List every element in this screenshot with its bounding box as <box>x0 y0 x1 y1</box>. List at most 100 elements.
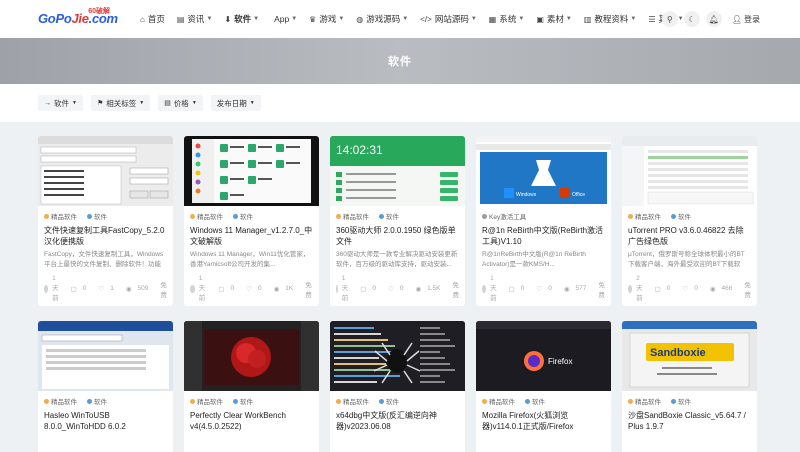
post-card[interactable]: 精品软件 软件 文件快速复制工具FastCopy_5.2.0汉化便携版 FastCop… <box>38 136 173 306</box>
news-icon: ▤ <box>176 14 185 24</box>
card-categories: 精品软件 软件 <box>44 396 167 406</box>
category-link[interactable]: 软件 <box>233 396 258 406</box>
post-thumbnail[interactable]: Firefox <box>476 321 611 391</box>
avatar[interactable] <box>336 284 338 293</box>
post-stat: 2天前 <box>636 275 649 302</box>
filter-dropdown-0[interactable]: → 软件 ▼ <box>38 95 83 111</box>
post-title[interactable]: 文件快速复制工具FastCopy_5.2.0汉化便携版 <box>44 225 167 247</box>
post-card[interactable]: 14:02:31 精品软件 软件 360驱动大师 2.0.0.1950 绿色版单文件 3… <box>330 136 465 306</box>
stat-value: 1.5K <box>427 285 441 292</box>
category-dot-icon <box>671 398 676 404</box>
category-link[interactable]: 软件 <box>87 396 112 406</box>
category-link[interactable]: 软件 <box>671 396 696 406</box>
category-dot-icon <box>44 398 49 404</box>
price-badge: 免费 <box>598 281 605 299</box>
nav-item-8[interactable]: ▣ 素材 ▼ <box>536 13 572 25</box>
like-icon: ♡ <box>388 285 394 293</box>
post-stat: ♡ 0 <box>246 285 267 293</box>
category-link[interactable]: 精品软件 <box>336 396 374 406</box>
image-icon: ▣ <box>536 14 544 24</box>
stat-value: 1K <box>285 285 294 292</box>
post-title[interactable]: Windows 11 Manager_v1.2.7.0_中文破解版 <box>190 225 313 247</box>
chevron-down-icon: ▼ <box>249 100 255 106</box>
post-card[interactable]: 精品软件 软件 uTorrent PRO v3.6.0.46822 去除广告绿色版 μ… <box>622 136 757 306</box>
category-link[interactable]: 软件 <box>379 396 404 406</box>
svg-text:14:02:31: 14:02:31 <box>336 143 383 157</box>
post-title[interactable]: Hasleo WinToUSB 8.0.0_WinToHDD 6.0.2 <box>44 410 167 432</box>
stat-value: 1天前 <box>52 275 59 302</box>
post-card[interactable]: 精品软件 软件 Hasleo WinToUSB 8.0.0_WinToHDD 6.0… <box>38 321 173 452</box>
post-thumbnail[interactable] <box>184 136 319 206</box>
category-link[interactable]: 精品软件 <box>336 211 374 221</box>
category-link[interactable]: 精品软件 <box>44 211 82 221</box>
search-icon[interactable]: ⚲ <box>661 11 678 27</box>
avatar[interactable] <box>628 284 633 293</box>
post-title[interactable]: Mozilla Firefox(火狐浏览器)v114.0.1正式版/Firefo… <box>482 410 605 432</box>
category-link[interactable]: 精品软件 <box>44 396 82 406</box>
post-card[interactable]: 精品软件 软件 x64dbg中文版(反汇编逆向神器)v2023.06.08 <box>330 321 465 452</box>
post-stat: 1天前 <box>490 275 503 302</box>
post-card[interactable]: Sandboxie 精品软件 软件沙盘SandBoxie Classic_v5.64… <box>622 321 757 452</box>
nav-item-5[interactable]: ◍ 游戏源码 ▼ <box>356 13 408 25</box>
stat-value: 0 <box>372 285 376 292</box>
category-link[interactable]: 软件 <box>379 211 404 221</box>
price-badge: 免费 <box>744 281 751 299</box>
svg-text:Firefox: Firefox <box>548 357 572 366</box>
post-card[interactable]: Windows Office Key激活工具 R@1n ReBirth中文版(ReBi… <box>476 136 611 306</box>
nav-item-4[interactable]: ♛ 游戏 ▼ <box>309 13 344 25</box>
category-link[interactable]: 软件 <box>671 211 696 221</box>
filter-dropdown-1[interactable]: ⚑ 相关标签 ▼ <box>90 95 151 111</box>
category-dot-icon <box>44 213 49 219</box>
post-thumbnail[interactable] <box>38 321 173 391</box>
filter-dropdown-3[interactable]: 发布日期 ▼ <box>210 95 261 111</box>
post-excerpt: R@1nReBirth中文版(R@1n ReBirth Activator)是一… <box>482 251 586 268</box>
avatar[interactable] <box>190 284 195 293</box>
category-link[interactable]: 精品软件 <box>628 396 666 406</box>
nav-item-7[interactable]: ▦ 系统 ▼ <box>489 13 525 25</box>
category-name: 精品软件 <box>343 214 369 221</box>
category-link[interactable]: 精品软件 <box>482 396 520 406</box>
post-meta: 1天前 ▢ 0 ♡ 0 ◉ 1.5K 免费 <box>336 275 459 302</box>
avatar[interactable] <box>44 284 49 293</box>
nav-item-3[interactable]: App ▼ <box>271 14 297 24</box>
category-link[interactable]: 精品软件 <box>628 211 666 221</box>
category-link[interactable]: Key激活工具 <box>482 211 531 221</box>
post-thumbnail[interactable]: Sandboxie <box>622 321 757 391</box>
category-name: 精品软件 <box>51 399 77 406</box>
post-thumbnail[interactable] <box>38 136 173 206</box>
moon-icon[interactable]: ☾ <box>683 11 700 27</box>
filter-label: 发布日期 <box>216 98 247 108</box>
site-logo[interactable]: GoPoJie.com 60破解 <box>38 6 118 32</box>
post-thumbnail[interactable] <box>184 321 319 391</box>
avatar[interactable] <box>482 284 487 293</box>
nav-item-0[interactable]: ⌂ 首页 <box>140 13 165 25</box>
post-title[interactable]: Perfectly Clear WorkBench v4(4.5.0.2522) <box>190 410 313 432</box>
post-card[interactable]: 精品软件 软件 Windows 11 Manager_v1.2.7.0_中文破解版 W… <box>184 136 319 306</box>
nav-item-2[interactable]: ⬇ 软件 ▼ <box>224 13 259 25</box>
post-card[interactable]: 精品软件 软件 Perfectly Clear WorkBench v4(4.5.0… <box>184 321 319 452</box>
post-thumbnail[interactable] <box>330 321 465 391</box>
post-title[interactable]: uTorrent PRO v3.6.0.46822 去除广告绿色版 <box>628 225 751 247</box>
category-link[interactable]: 软件 <box>233 211 258 221</box>
post-card[interactable]: Firefox 精品软件 软件 Mozilla Firefox(火狐浏览器)v114.… <box>476 321 611 452</box>
category-link[interactable]: 精品软件 <box>190 211 228 221</box>
stat-value: 1天前 <box>490 275 497 302</box>
filter-dropdown-2[interactable]: ▤ 价格 ▼ <box>158 95 203 111</box>
post-thumbnail[interactable] <box>622 136 757 206</box>
nav-item-1[interactable]: ▤ 资讯 ▼ <box>177 13 213 25</box>
nav-item-9[interactable]: ▥ 教程资料 ▼ <box>584 13 637 25</box>
category-link[interactable]: 精品软件 <box>190 396 228 406</box>
post-title[interactable]: x64dbg中文版(反汇编逆向神器)v2023.06.08 <box>336 410 459 432</box>
nav-item-6[interactable]: </> 网站源码 ▼ <box>420 13 477 25</box>
category-link[interactable]: 软件 <box>525 396 550 406</box>
login-button[interactable]: 👤︎ 登录 <box>732 14 760 25</box>
category-link[interactable]: 软件 <box>87 211 112 221</box>
bell-icon[interactable]: 🔔︎ <box>705 11 722 27</box>
post-thumbnail[interactable]: 14:02:31 <box>330 136 465 206</box>
post-title[interactable]: R@1n ReBirth中文版(ReBirth激活工具)V1.10 <box>482 225 605 247</box>
post-title[interactable]: 沙盘SandBoxie Classic_v5.64.7 / Plus 1.9.7 <box>628 410 751 432</box>
post-title[interactable]: 360驱动大师 2.0.0.1950 绿色版单文件 <box>336 225 459 247</box>
stat-value: 0 <box>399 285 404 292</box>
post-thumbnail[interactable]: Windows Office <box>476 136 611 206</box>
nav-item-label: 资讯 <box>187 14 205 24</box>
